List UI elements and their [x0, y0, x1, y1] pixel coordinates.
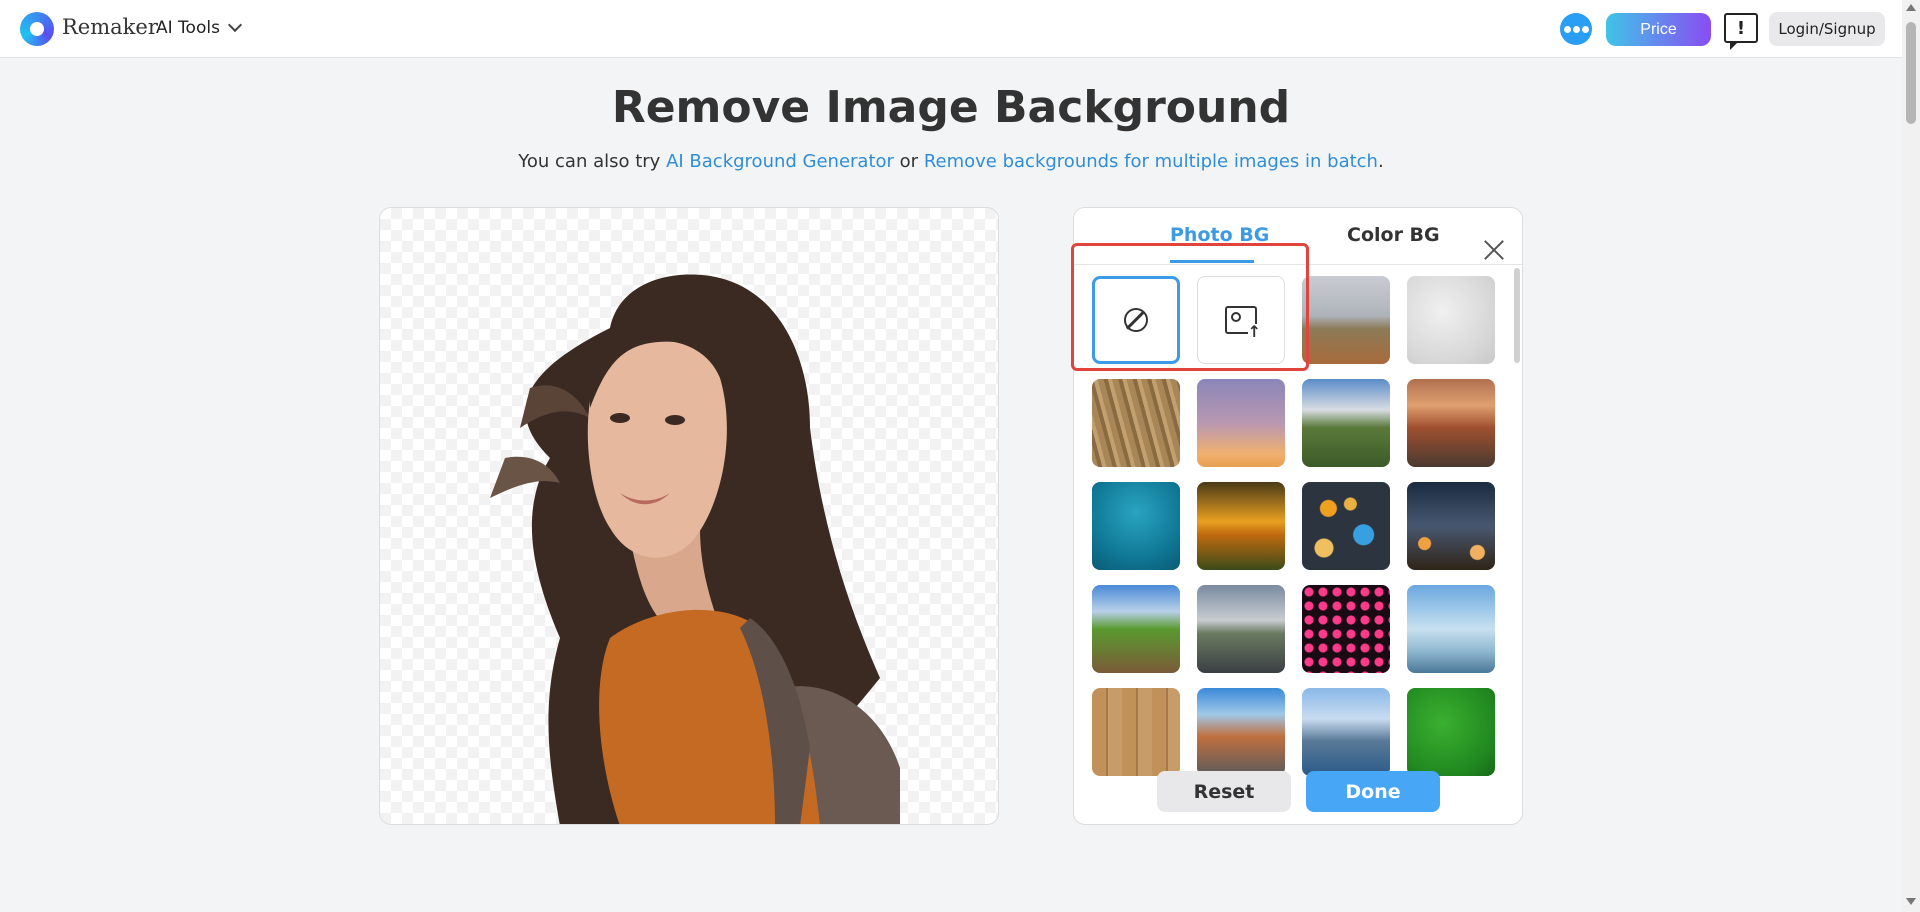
image-preview — [379, 207, 999, 825]
login-signup-button[interactable]: Login/Signup — [1769, 12, 1885, 46]
subtitle-prefix: You can also try — [518, 151, 661, 172]
ai-tools-menu[interactable]: AI Tools — [156, 17, 243, 38]
batch-remove-link[interactable]: Remove backgrounds for multiple images i… — [924, 151, 1378, 172]
reset-button[interactable]: Reset — [1157, 771, 1291, 812]
bg-thumbnail[interactable] — [1197, 585, 1285, 673]
subtitle-or: or — [899, 151, 919, 172]
bg-thumbnail[interactable] — [1407, 585, 1495, 673]
bg-thumbnail[interactable] — [1197, 482, 1285, 570]
done-button[interactable]: Done — [1306, 771, 1440, 812]
page-subtitle: You can also try AI Background Generator… — [0, 151, 1902, 172]
tab-color-bg[interactable]: Color BG — [1347, 224, 1440, 246]
cutout-person-image — [490, 274, 900, 824]
top-header: Remaker AI Tools Price ! Login/Signup — [0, 0, 1902, 58]
bg-thumbnail[interactable] — [1302, 276, 1390, 364]
bg-thumbnail[interactable] — [1092, 688, 1180, 776]
chevron-down-icon — [227, 17, 243, 33]
scroll-down-arrow-icon[interactable] — [1906, 898, 1916, 905]
close-icon[interactable] — [1482, 238, 1506, 262]
feedback-icon[interactable]: ! — [1724, 13, 1758, 50]
bg-thumbnail[interactable] — [1197, 379, 1285, 467]
scroll-thumb[interactable] — [1906, 22, 1916, 124]
scroll-up-arrow-icon[interactable] — [1906, 4, 1916, 11]
highlight-annotation-box — [1071, 243, 1309, 371]
bg-thumbnail[interactable] — [1302, 379, 1390, 467]
bg-thumbnail[interactable] — [1197, 688, 1285, 776]
bg-thumbnail[interactable] — [1302, 585, 1390, 673]
bg-thumbnail[interactable] — [1092, 379, 1180, 467]
page-scrollbar[interactable] — [1902, 0, 1920, 912]
community-icon[interactable] — [1560, 13, 1592, 45]
panel-scrollbar[interactable] — [1514, 268, 1520, 363]
bg-thumbnail[interactable] — [1092, 482, 1180, 570]
bg-thumbnail[interactable] — [1407, 379, 1495, 467]
bg-thumbnail[interactable] — [1407, 482, 1495, 570]
price-button[interactable]: Price — [1606, 13, 1711, 46]
page-title: Remove Image Background — [611, 82, 1291, 133]
bg-thumbnail[interactable] — [1407, 688, 1495, 776]
bg-thumbnail[interactable] — [1302, 688, 1390, 776]
remaker-logo-icon[interactable] — [20, 12, 54, 46]
ai-background-generator-link[interactable]: AI Background Generator — [666, 151, 894, 172]
subtitle-suffix: . — [1377, 151, 1384, 172]
bg-thumbnail[interactable] — [1302, 482, 1390, 570]
ai-tools-label: AI Tools — [156, 18, 220, 38]
brand-name[interactable]: Remaker — [62, 15, 158, 39]
bg-thumbnail[interactable] — [1407, 276, 1495, 364]
bg-thumbnail[interactable] — [1092, 585, 1180, 673]
